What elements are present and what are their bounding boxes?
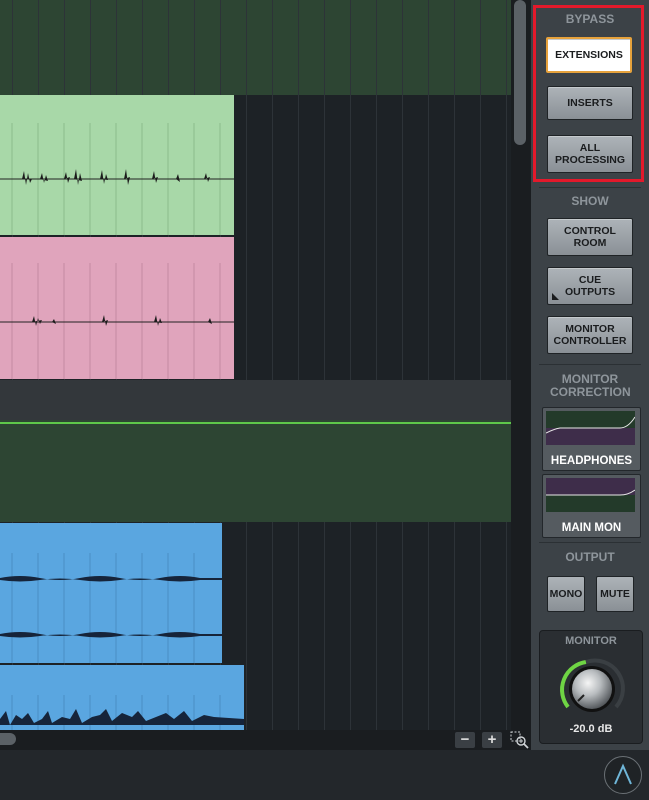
- correction-curve-display: [546, 478, 635, 512]
- monitor-correction-text: MONITOR CORRECTION: [550, 372, 631, 399]
- grid-line: [454, 0, 455, 730]
- cue-outputs-label: CUE OUTPUTS: [565, 274, 616, 298]
- main-mon-correction-button[interactable]: MAIN MON: [542, 474, 641, 538]
- mono-button[interactable]: MONO: [547, 576, 585, 612]
- vertical-scrollbar[interactable]: [511, 0, 531, 730]
- mute-button[interactable]: MUTE: [596, 576, 634, 612]
- arrange-view[interactable]: [0, 0, 511, 730]
- show-label: SHOW: [571, 194, 609, 208]
- audio-region-pink[interactable]: [0, 237, 234, 379]
- headphones-label: HEADPHONES: [550, 455, 633, 467]
- grid-line: [246, 0, 247, 730]
- headphones-correction-button[interactable]: HEADPHONES: [542, 407, 641, 471]
- monitor-correction-label: MONITOR CORRECTION: [531, 373, 649, 399]
- status-footer: [0, 750, 649, 800]
- monitor-label: MONITOR: [565, 635, 617, 647]
- zoom-out-button[interactable]: −: [455, 732, 475, 748]
- grid-line: [324, 0, 325, 730]
- control-room-button[interactable]: CONTROL ROOM: [547, 218, 633, 256]
- grid-line: [480, 0, 481, 730]
- control-room-label: CONTROL ROOM: [564, 225, 616, 249]
- green-track-lane: [0, 420, 511, 522]
- audio-region-blue-1[interactable]: [0, 523, 222, 663]
- vertical-scroll-thumb[interactable]: [514, 0, 526, 145]
- track-lane-gray: [0, 380, 511, 420]
- grid-line: [402, 0, 403, 730]
- audio-region-blue-2[interactable]: [0, 665, 244, 730]
- grid-line: [428, 0, 429, 730]
- waves-logo-icon[interactable]: [604, 756, 642, 794]
- monitor-level-knob[interactable]: [554, 651, 630, 727]
- zoom-in-button[interactable]: +: [482, 732, 502, 748]
- cue-outputs-button[interactable]: CUE OUTPUTS: [547, 267, 633, 305]
- zoom-to-fit-icon[interactable]: [510, 731, 530, 749]
- grid-line: [272, 0, 273, 730]
- divider: [539, 187, 641, 188]
- monitor-level-readout: -20.0 dB: [569, 723, 613, 735]
- divider: [539, 364, 641, 365]
- green-track-lane-top: [0, 0, 511, 95]
- grid-line: [506, 0, 507, 730]
- horizontal-scrollbar[interactable]: − +: [0, 730, 531, 750]
- grid-line: [298, 0, 299, 730]
- audio-region-green[interactable]: [0, 95, 234, 235]
- cue-corner-icon: [552, 293, 559, 300]
- divider: [539, 542, 641, 543]
- output-label: OUTPUT: [565, 550, 615, 564]
- grid-line: [376, 0, 377, 730]
- bypass-highlight-box: [533, 5, 644, 182]
- monitor-controller-label: MONITOR CONTROLLER: [553, 323, 627, 347]
- monitor-level-section: MONITOR -20.0 dB: [539, 630, 643, 744]
- main-mon-label: MAIN MON: [561, 522, 622, 534]
- horizontal-scroll-thumb[interactable]: [0, 733, 16, 745]
- monitor-controller-button[interactable]: MONITOR CONTROLLER: [547, 316, 633, 354]
- grid-line: [350, 0, 351, 730]
- correction-curve-display: [546, 411, 635, 445]
